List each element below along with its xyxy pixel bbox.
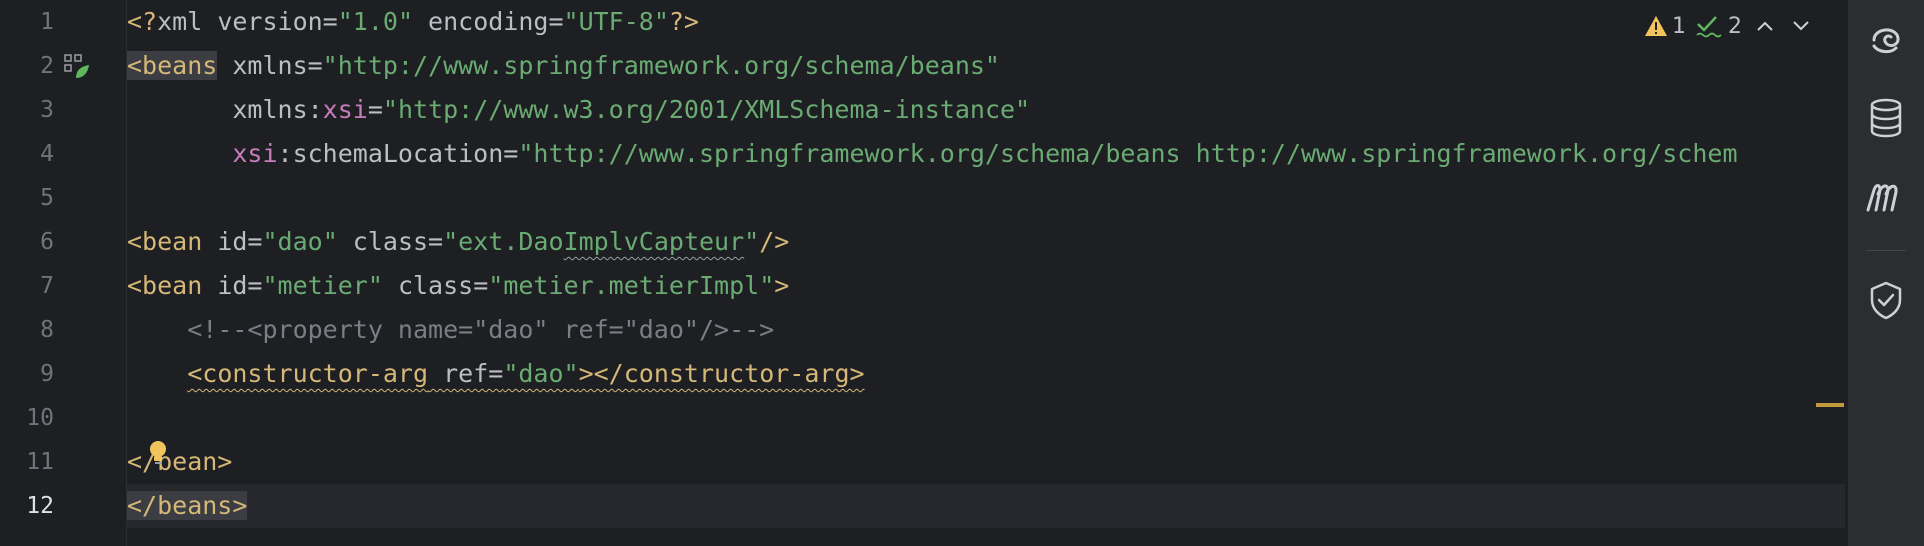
database-button[interactable] (1862, 94, 1910, 142)
line-number-current: 12 (26, 493, 54, 519)
warning-stripe-marker[interactable] (1816, 403, 1844, 407)
ai-assistant-icon (1872, 28, 1900, 54)
check-typo-icon (1696, 16, 1722, 38)
xml-comment: <!--<property name="dao" ref="dao"/>--> (187, 315, 775, 344)
code-line-8[interactable]: <!--<property name="dao" ref="dao"/>--> (127, 308, 1845, 352)
code-line-5[interactable] (127, 176, 1845, 220)
line-number: 3 (40, 97, 54, 123)
line-number: 10 (26, 405, 54, 431)
code-line-7[interactable]: <bean id="metier" class="metier.metierIm… (127, 264, 1845, 308)
line-number: 8 (40, 317, 54, 343)
spring-bean-gutter-icon[interactable] (64, 54, 90, 80)
line-number: 9 (40, 361, 54, 387)
code-line-10[interactable] (127, 396, 1845, 440)
line-number: 5 (40, 185, 54, 211)
code-line-1[interactable]: <?xml version="1.0" encoding="UTF-8"?> (127, 0, 1845, 44)
ai-assistant-button[interactable] (1862, 14, 1910, 62)
line-number-gutter[interactable]: 1 2 3 4 5 6 7 8 9 10 11 12 (0, 0, 127, 546)
code-editor[interactable]: <?xml version="1.0" encoding="UTF-8"?> <… (127, 0, 1845, 546)
weak-warning-counter[interactable]: 2 (1696, 14, 1742, 39)
code-line-2[interactable]: <beans xmlns="http://www.springframework… (127, 44, 1845, 88)
line-number: 2 (40, 53, 54, 79)
line-number: 6 (40, 229, 54, 255)
next-highlight-button[interactable] (1788, 13, 1814, 39)
code-line-11[interactable]: </bean> (127, 440, 1845, 484)
code-line-4[interactable]: xsi:schemaLocation="http://www.springfra… (127, 132, 1845, 176)
typo-highlight: Capteur (638, 227, 745, 256)
maven-icon (1866, 184, 1898, 212)
typo-highlight: Implv (563, 227, 639, 256)
inspection-widget[interactable]: 1 2 (1644, 8, 1814, 44)
lightbulb-icon[interactable] (148, 440, 168, 466)
security-button[interactable] (1862, 276, 1910, 324)
line-number: 4 (40, 141, 54, 167)
previous-highlight-button[interactable] (1752, 13, 1778, 39)
line-number: 7 (40, 273, 54, 299)
warning-icon (1645, 16, 1667, 36)
line-number: 11 (26, 449, 54, 475)
chevron-up-icon (1757, 21, 1773, 31)
code-line-9[interactable]: <constructor-arg ref="dao"></constructor… (127, 352, 1845, 396)
toolbar-separator (1866, 250, 1906, 251)
matched-tag: </beans> (127, 491, 248, 520)
database-icon (1870, 98, 1902, 138)
warning-counter[interactable]: 1 (1644, 14, 1686, 39)
code-line-12-current[interactable]: </beans> (127, 484, 1845, 528)
warning-highlight: <constructor-arg ref="dao"></constructor… (187, 359, 865, 388)
matched-tag: <beans (127, 51, 218, 80)
right-tool-window-bar (1847, 0, 1924, 546)
line-number: 1 (40, 9, 54, 35)
chevron-down-icon (1793, 21, 1809, 31)
shield-check-icon (1870, 281, 1902, 320)
code-line-3[interactable]: xmlns:xsi="http://www.w3.org/2001/XMLSch… (127, 88, 1845, 132)
code-line-6[interactable]: <bean id="dao" class="ext.DaoImplvCapteu… (127, 220, 1845, 264)
maven-button[interactable] (1862, 172, 1910, 220)
